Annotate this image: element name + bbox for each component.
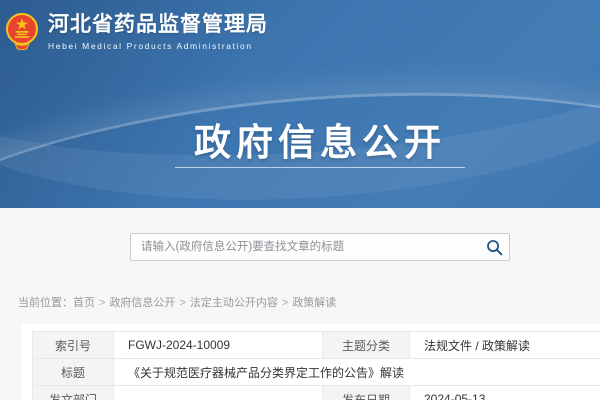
title-underline <box>175 167 465 168</box>
breadcrumb-item-policy-interpretation[interactable]: 政策解读 <box>292 297 336 309</box>
publish-date-label: 发布日期 <box>323 386 410 400</box>
document-info-table: 索引号 FGWJ-2024-10009 主题分类 法规文件 / 政策解读 标题 … <box>32 331 600 400</box>
org-name-english: Hebei Medical Products Administration <box>48 41 268 51</box>
breadcrumb-item-statutory-disclosure[interactable]: 法定主动公开内容 <box>190 297 278 309</box>
search-box <box>130 233 510 261</box>
table-row: 标题 《关于规范医疗器械产品分类界定工作的公告》解读 <box>33 359 600 386</box>
issuing-department-label: 发文部门 <box>33 386 114 400</box>
search-input[interactable] <box>131 234 479 260</box>
page-title: 政府信息公开 <box>20 112 600 166</box>
table-row: 索引号 FGWJ-2024-10009 主题分类 法规文件 / 政策解读 <box>33 332 600 359</box>
breadcrumb-separator: > <box>99 297 105 309</box>
document-card: 索引号 FGWJ-2024-10009 主题分类 法规文件 / 政策解读 标题 … <box>22 324 600 400</box>
page: 河北省药品监督管理局 Hebei Medical Products Admini… <box>0 0 600 400</box>
title-label: 标题 <box>33 359 114 386</box>
org-name: 河北省药品监督管理局 <box>48 12 268 38</box>
issuing-department-value <box>114 386 323 400</box>
breadcrumb-item-home[interactable]: 首页 <box>73 297 95 309</box>
breadcrumb: 当前位置：首页 > 政府信息公开 > 法定主动公开内容 > 政策解读 <box>18 294 336 310</box>
breadcrumb-separator: > <box>179 297 185 309</box>
topic-category-label: 主题分类 <box>323 332 410 359</box>
search-button[interactable] <box>479 234 509 260</box>
index-number-label: 索引号 <box>33 332 114 359</box>
national-emblem-icon <box>5 10 39 52</box>
breadcrumb-separator: > <box>282 297 288 309</box>
index-number-value: FGWJ-2024-10009 <box>114 332 323 359</box>
site-title-block: 河北省药品监督管理局 Hebei Medical Products Admini… <box>48 12 268 51</box>
title-value: 《关于规范医疗器械产品分类界定工作的公告》解读 <box>114 359 600 386</box>
top-banner: 河北省药品监督管理局 Hebei Medical Products Admini… <box>0 0 600 208</box>
breadcrumb-prefix: 当前位置： <box>18 297 73 309</box>
publish-date-value: 2024-05-13 <box>410 386 600 400</box>
content-area: 当前位置：首页 > 政府信息公开 > 法定主动公开内容 > 政策解读 索引号 FGWJ-20… <box>0 208 600 400</box>
breadcrumb-item-gov-info[interactable]: 政府信息公开 <box>109 297 175 309</box>
topic-category-value: 法规文件 / 政策解读 <box>410 332 600 359</box>
search-icon <box>486 239 503 256</box>
table-row: 发文部门 发布日期 2024-05-13 <box>33 386 600 400</box>
site-logo[interactable]: 河北省药品监督管理局 Hebei Medical Products Admini… <box>5 10 268 52</box>
